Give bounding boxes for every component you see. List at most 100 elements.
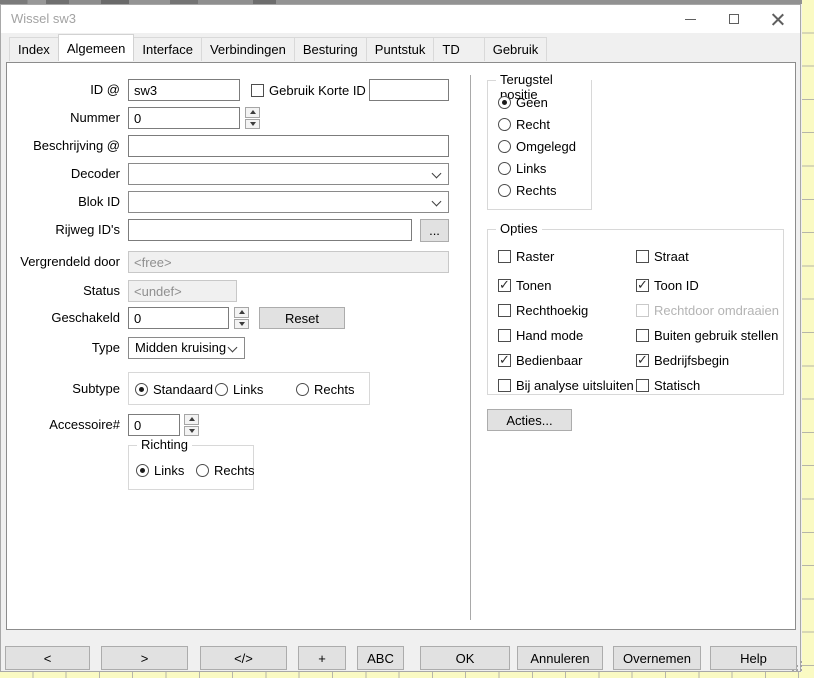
radio-recht[interactable] <box>498 118 511 131</box>
nummer-input[interactable] <box>128 107 240 129</box>
type-value: Midden kruising <box>135 338 226 358</box>
radio-links[interactable] <box>498 162 511 175</box>
radio-rechts[interactable] <box>498 184 511 197</box>
radio-omgelegd[interactable] <box>498 140 511 153</box>
radio-links[interactable] <box>136 464 149 477</box>
optie-raster[interactable]: Raster <box>498 248 554 264</box>
prev-button[interactable]: < <box>5 646 90 670</box>
radio-links[interactable] <box>215 383 228 396</box>
decoder-combobox[interactable] <box>128 163 449 185</box>
maximize-icon <box>729 14 739 24</box>
maximize-button[interactable] <box>712 5 756 33</box>
optie-buiten-gebruik-stellen[interactable]: Buiten gebruik stellen <box>636 327 778 343</box>
checkbox-bedienbaar[interactable] <box>498 354 511 367</box>
korte-id-checkbox[interactable] <box>251 84 264 97</box>
minimize-button[interactable] <box>668 5 712 33</box>
terugstel-option-omgelegd[interactable]: Omgelegd <box>498 138 576 154</box>
overnemen-button[interactable]: Overnemen <box>613 646 701 670</box>
rijweg-row: Rijweg ID's ... <box>7 219 467 241</box>
optie-hand-mode[interactable]: Hand mode <box>498 327 583 343</box>
rijweg-browse-button[interactable]: ... <box>420 219 449 242</box>
checkbox-raster[interactable] <box>498 250 511 263</box>
spin-up-button[interactable] <box>245 107 260 118</box>
terugstel-option-geen[interactable]: Geen <box>498 94 548 110</box>
optie-bij-analyse-uitsluiten[interactable]: Bij analyse uitsluiten <box>498 377 634 393</box>
xml-button[interactable]: </> <box>200 646 287 670</box>
nummer-spinner <box>245 107 260 129</box>
terugstel-option-links[interactable]: Links <box>498 160 546 176</box>
acties-button[interactable]: Acties... <box>487 409 572 431</box>
beschrijving-input[interactable] <box>128 135 449 157</box>
checkbox-tonen[interactable] <box>498 279 511 292</box>
tab-besturing[interactable]: Besturing <box>294 37 367 61</box>
tab-td[interactable]: TD <box>433 37 484 61</box>
checkbox-bij-analyse-uitsluiten[interactable] <box>498 379 511 392</box>
checkbox-toon-id[interactable] <box>636 279 649 292</box>
spin-up-button[interactable] <box>184 414 199 425</box>
annuleren-button[interactable]: Annuleren <box>517 646 603 670</box>
radio-geen[interactable] <box>498 96 511 109</box>
next-button[interactable]: > <box>101 646 188 670</box>
subtype-group: Standaard Links Rechts <box>128 372 370 405</box>
chevron-down-icon <box>228 343 238 353</box>
korte-id-option[interactable]: Gebruik Korte ID <box>251 83 366 97</box>
radio-standaard[interactable] <box>135 383 148 396</box>
tab-verbindingen[interactable]: Verbindingen <box>201 37 295 61</box>
geschakeld-label: Geschakeld <box>7 307 120 329</box>
optie-bedrijfsbegin[interactable]: Bedrijfsbegin <box>636 352 729 368</box>
richting-option-rechts[interactable]: Rechts <box>196 462 254 478</box>
optie-bedienbaar[interactable]: Bedienbaar <box>498 352 583 368</box>
titlebar[interactable]: Wissel sw3 <box>1 5 800 33</box>
tab-interface[interactable]: Interface <box>133 37 202 61</box>
close-button[interactable] <box>756 5 800 33</box>
tab-algemeen[interactable]: Algemeen <box>58 34 135 61</box>
accessoire-spinner <box>184 414 199 436</box>
beschrijving-label: Beschrijving @ <box>7 135 120 157</box>
checkbox-hand-mode[interactable] <box>498 329 511 342</box>
terugstel-option-rechts[interactable]: Rechts <box>498 182 556 198</box>
optie-straat[interactable]: Straat <box>636 248 689 264</box>
opties-group-title: Opties <box>496 221 542 236</box>
abc-button[interactable]: ABC <box>357 646 404 670</box>
add-button[interactable]: + <box>298 646 346 670</box>
checkbox-buiten-gebruik-stellen[interactable] <box>636 329 649 342</box>
id-input[interactable] <box>128 79 240 101</box>
radio-rechts[interactable] <box>196 464 209 477</box>
blok-label: Blok ID <box>7 191 120 213</box>
blok-combobox[interactable] <box>128 191 449 213</box>
type-label: Type <box>7 337 120 359</box>
optie-statisch[interactable]: Statisch <box>636 377 700 393</box>
spin-up-button[interactable] <box>234 307 249 318</box>
ok-button[interactable]: OK <box>420 646 510 670</box>
checkbox-straat[interactable] <box>636 250 649 263</box>
close-icon <box>772 13 784 25</box>
spin-down-button[interactable] <box>234 319 249 330</box>
checkbox-bedrijfsbegin[interactable] <box>636 354 649 367</box>
panel-divider <box>470 75 471 620</box>
checkbox-statisch[interactable] <box>636 379 649 392</box>
checkbox-rechthoekig[interactable] <box>498 304 511 317</box>
korte-id-input[interactable] <box>369 79 449 101</box>
terugstel-option-recht[interactable]: Recht <box>498 116 550 132</box>
geschakeld-input[interactable] <box>128 307 229 329</box>
spin-down-button[interactable] <box>184 426 199 437</box>
optie-rechthoekig[interactable]: Rechthoekig <box>498 302 588 318</box>
accessoire-input[interactable] <box>128 414 180 436</box>
rijweg-input[interactable] <box>128 219 412 241</box>
subtype-option-rechts[interactable]: Rechts <box>296 381 354 397</box>
spin-down-button[interactable] <box>245 119 260 130</box>
geschakeld-spinner <box>234 307 249 329</box>
optie-tonen[interactable]: Tonen <box>498 277 551 293</box>
richting-option-links[interactable]: Links <box>136 462 184 478</box>
subtype-option-standaard[interactable]: Standaard <box>135 381 213 397</box>
optie-toon-id[interactable]: Toon ID <box>636 277 699 293</box>
radio-rechts[interactable] <box>296 383 309 396</box>
vergrendeld-label: Vergrendeld door <box>7 251 120 273</box>
tab-index[interactable]: Index <box>9 37 59 61</box>
subtype-option-links[interactable]: Links <box>215 381 263 397</box>
tab-puntstuk[interactable]: Puntstuk <box>366 37 435 61</box>
help-button[interactable]: Help <box>710 646 797 670</box>
type-combobox[interactable]: Midden kruising <box>128 337 245 359</box>
tab-gebruik[interactable]: Gebruik <box>484 37 548 61</box>
reset-button[interactable]: Reset <box>259 307 345 329</box>
